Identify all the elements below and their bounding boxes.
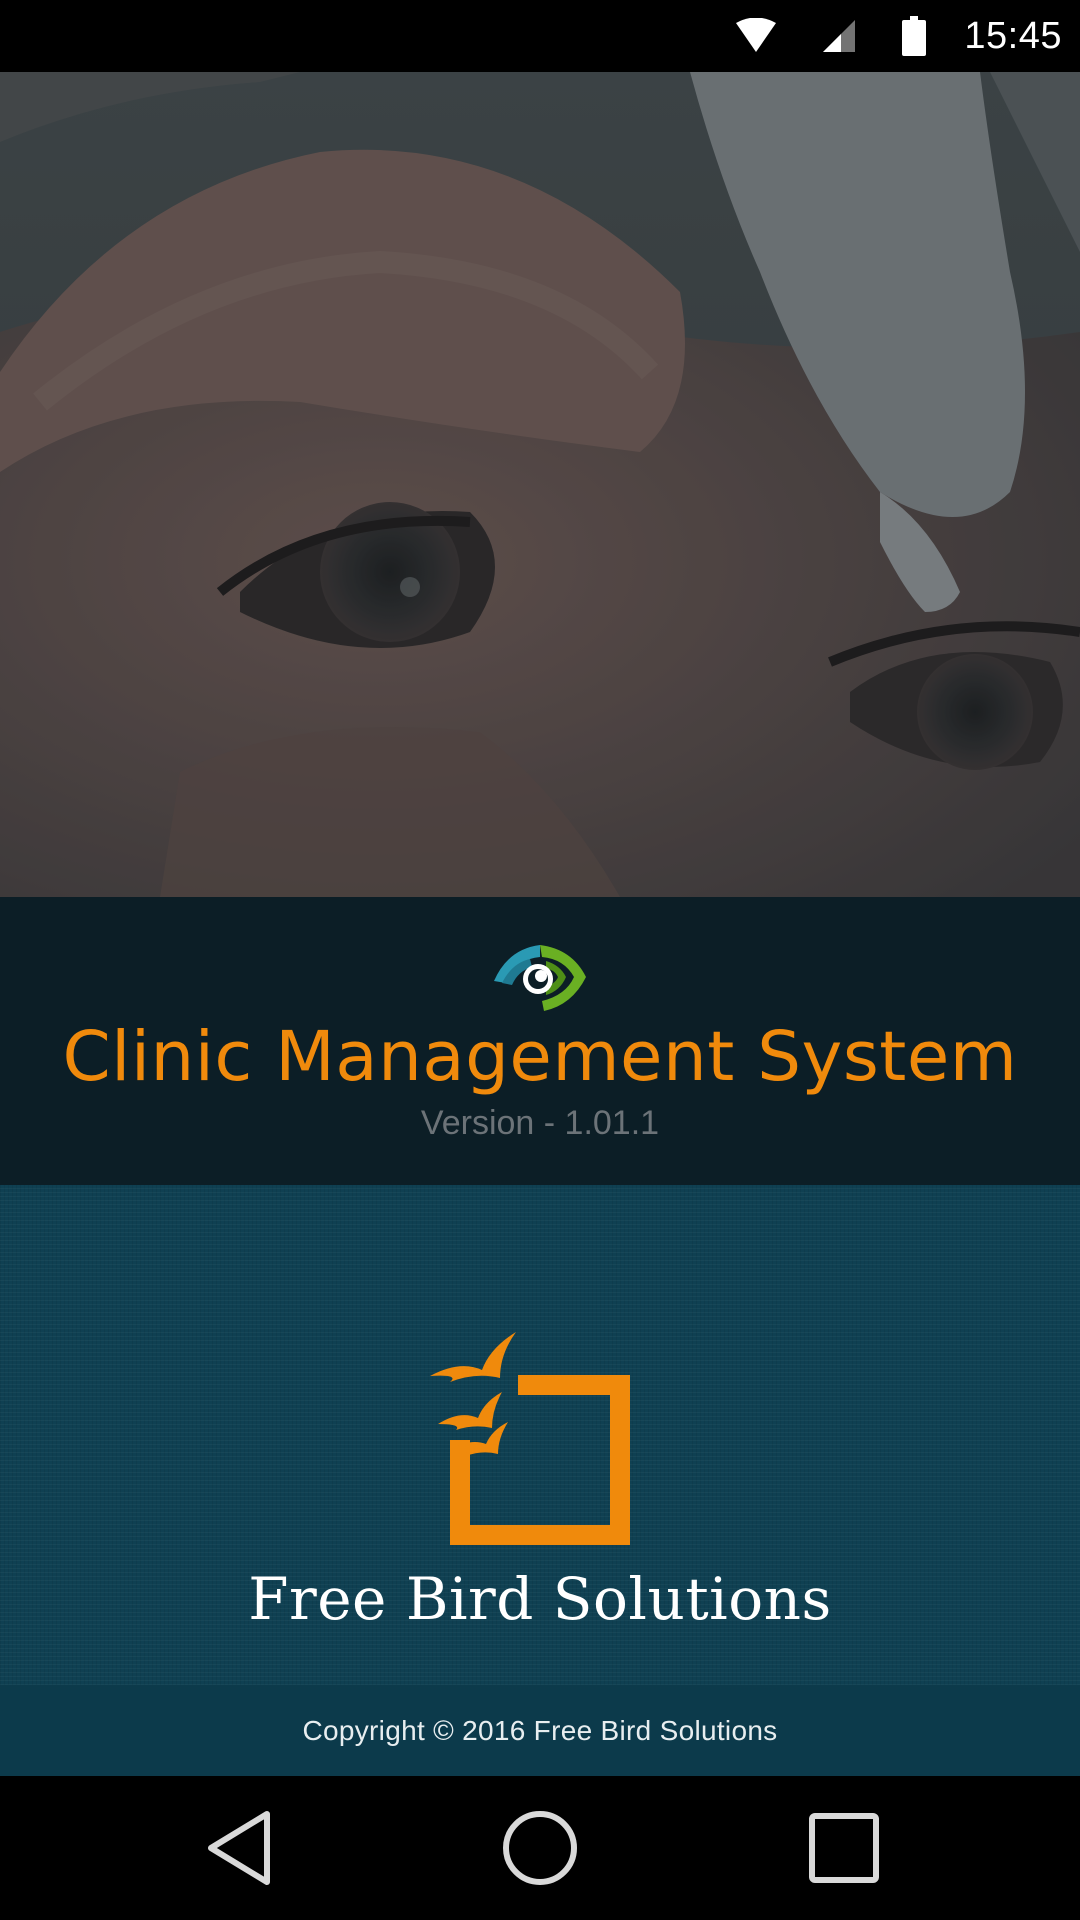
recents-icon: [809, 1813, 879, 1883]
back-button[interactable]: [190, 1798, 290, 1898]
splash-screen: 15:45 Clinic Management System Version -…: [0, 0, 1080, 1920]
app-version: Version - 1.01.1: [420, 1104, 660, 1142]
copyright-text: Copyright © 2016 Free Bird Solutions: [302, 1714, 778, 1746]
cell-signal-icon: [814, 0, 864, 72]
recents-button[interactable]: [794, 1798, 894, 1898]
home-icon: [503, 1811, 577, 1885]
home-button[interactable]: [490, 1798, 590, 1898]
company-name: Free Bird Solutions: [248, 1565, 832, 1633]
app-title-band: Clinic Management System Version - 1.01.…: [0, 897, 1080, 1185]
company-section: Free Bird Solutions: [0, 1185, 1080, 1685]
copyright-bar: Copyright © 2016 Free Bird Solutions: [0, 1685, 1080, 1776]
hero-eye-drop-image: [0, 72, 1080, 897]
battery-icon: [894, 0, 934, 72]
status-bar: 15:45: [0, 0, 1080, 72]
eye-logo-icon: [494, 945, 586, 1011]
wifi-icon: [726, 0, 786, 72]
navigation-bar: [0, 1776, 1080, 1920]
free-bird-logo-icon: [430, 1332, 630, 1545]
app-title: Clinic Management System: [62, 1017, 1018, 1097]
status-time: 15:45: [964, 14, 1062, 57]
eye-drop-illustration: [0, 72, 1080, 897]
back-icon: [208, 1811, 270, 1885]
